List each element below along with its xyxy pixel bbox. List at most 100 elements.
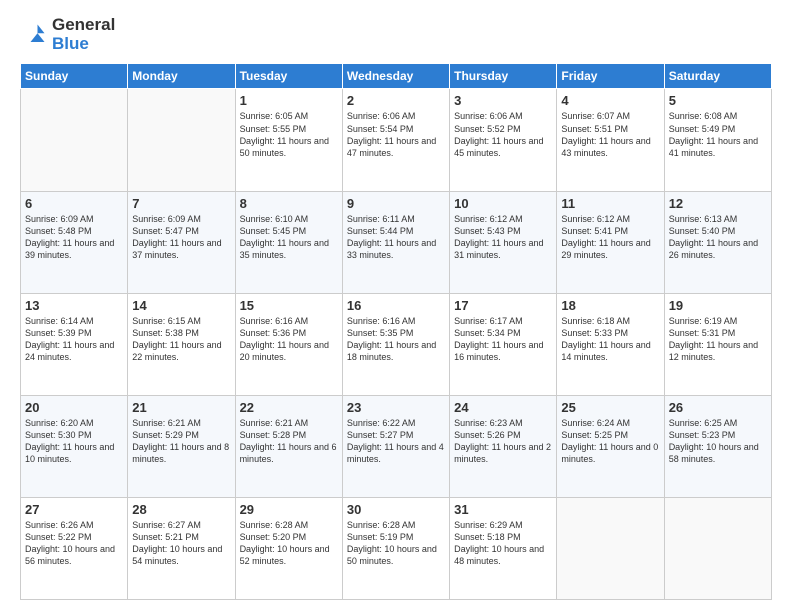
cell-info: Sunrise: 6:29 AM Sunset: 5:18 PM Dayligh… xyxy=(454,519,552,568)
calendar-table: SundayMondayTuesdayWednesdayThursdayFrid… xyxy=(20,63,772,600)
calendar-cell: 12 Sunrise: 6:13 AM Sunset: 5:40 PM Dayli… xyxy=(664,191,771,293)
cell-info: Sunrise: 6:28 AM Sunset: 5:20 PM Dayligh… xyxy=(240,519,338,568)
weekday-header: Friday xyxy=(557,64,664,89)
cell-info: Sunrise: 6:12 AM Sunset: 5:43 PM Dayligh… xyxy=(454,213,552,262)
calendar-cell: 7Sunrise: 6:09 AM Sunset: 5:47 PM Daylig… xyxy=(128,191,235,293)
calendar-cell: 24Sunrise: 6:23 AM Sunset: 5:26 PM Dayli… xyxy=(450,395,557,497)
day-number: 30 xyxy=(347,502,445,517)
logo-icon xyxy=(20,21,48,49)
calendar-cell: 5 Sunrise: 6:08 AM Sunset: 5:49 PM Daylig… xyxy=(664,89,771,191)
calendar-cell: 26 Sunrise: 6:25 AM Sunset: 5:23 PM Dayli… xyxy=(664,395,771,497)
calendar-cell xyxy=(557,497,664,599)
weekday-header: Sunday xyxy=(21,64,128,89)
calendar-cell xyxy=(21,89,128,191)
cell-info: Sunrise: 6:18 AM Sunset: 5:33 PM Dayligh… xyxy=(561,315,659,364)
day-number: 5 xyxy=(669,93,767,108)
cell-info: Sunrise: 6:12 AM Sunset: 5:41 PM Dayligh… xyxy=(561,213,659,262)
cell-info: Sunrise: 6:24 AM Sunset: 5:25 PM Dayligh… xyxy=(561,417,659,466)
day-number: 19 xyxy=(669,298,767,313)
cell-info: Sunrise: 6:13 AM Sunset: 5:40 PM Dayligh… xyxy=(669,213,767,262)
calendar-cell: 1 Sunrise: 6:05 AM Sunset: 5:55 PM Daylig… xyxy=(235,89,342,191)
calendar-cell: 27 Sunrise: 6:26 AM Sunset: 5:22 PM Dayli… xyxy=(21,497,128,599)
cell-info: Sunrise: 6:09 AM Sunset: 5:48 PM Dayligh… xyxy=(25,213,123,262)
weekday-header: Thursday xyxy=(450,64,557,89)
day-number: 10 xyxy=(454,196,552,211)
day-number: 26 xyxy=(669,400,767,415)
cell-info: Sunrise: 6:19 AM Sunset: 5:31 PM Dayligh… xyxy=(669,315,767,364)
weekday-header: Wednesday xyxy=(342,64,449,89)
day-number: 4 xyxy=(561,93,659,108)
calendar-cell: 17 Sunrise: 6:17 AM Sunset: 5:34 PM Dayli… xyxy=(450,293,557,395)
day-number: 1 xyxy=(240,93,338,108)
calendar-cell: 11 Sunrise: 6:12 AM Sunset: 5:41 PM Dayli… xyxy=(557,191,664,293)
calendar-cell xyxy=(664,497,771,599)
cell-info: Sunrise: 6:16 AM Sunset: 5:36 PM Dayligh… xyxy=(240,315,338,364)
cell-info: Sunrise: 6:27 AM Sunset: 5:21 PM Dayligh… xyxy=(132,519,230,568)
cell-info: Sunrise: 6:11 AM Sunset: 5:44 PM Dayligh… xyxy=(347,213,445,262)
day-number: 12 xyxy=(669,196,767,211)
cell-info: Sunrise: 6:08 AM Sunset: 5:49 PM Dayligh… xyxy=(669,110,767,159)
calendar-cell: 31 Sunrise: 6:29 AM Sunset: 5:18 PM Dayli… xyxy=(450,497,557,599)
day-number: 8 xyxy=(240,196,338,211)
day-number: 3 xyxy=(454,93,552,108)
weekday-header: Tuesday xyxy=(235,64,342,89)
day-number: 21 xyxy=(132,400,230,415)
calendar-cell: 9 Sunrise: 6:11 AM Sunset: 5:44 PM Daylig… xyxy=(342,191,449,293)
calendar-cell: 2Sunrise: 6:06 AM Sunset: 5:54 PM Daylig… xyxy=(342,89,449,191)
day-number: 23 xyxy=(347,400,445,415)
calendar-cell xyxy=(128,89,235,191)
day-number: 18 xyxy=(561,298,659,313)
calendar-cell: 22Sunrise: 6:21 AM Sunset: 5:28 PM Dayli… xyxy=(235,395,342,497)
cell-info: Sunrise: 6:26 AM Sunset: 5:22 PM Dayligh… xyxy=(25,519,123,568)
cell-info: Sunrise: 6:25 AM Sunset: 5:23 PM Dayligh… xyxy=(669,417,767,466)
header: General Blue xyxy=(20,16,772,53)
cell-info: Sunrise: 6:28 AM Sunset: 5:19 PM Dayligh… xyxy=(347,519,445,568)
cell-info: Sunrise: 6:22 AM Sunset: 5:27 PM Dayligh… xyxy=(347,417,445,466)
day-number: 29 xyxy=(240,502,338,517)
cell-info: Sunrise: 6:17 AM Sunset: 5:34 PM Dayligh… xyxy=(454,315,552,364)
cell-info: Sunrise: 6:21 AM Sunset: 5:29 PM Dayligh… xyxy=(132,417,230,466)
calendar-cell: 3 Sunrise: 6:06 AM Sunset: 5:52 PM Daylig… xyxy=(450,89,557,191)
day-number: 28 xyxy=(132,502,230,517)
calendar-cell: 6 Sunrise: 6:09 AM Sunset: 5:48 PM Daylig… xyxy=(21,191,128,293)
calendar-cell: 15 Sunrise: 6:16 AM Sunset: 5:36 PM Dayli… xyxy=(235,293,342,395)
day-number: 17 xyxy=(454,298,552,313)
cell-info: Sunrise: 6:05 AM Sunset: 5:55 PM Dayligh… xyxy=(240,110,338,159)
day-number: 25 xyxy=(561,400,659,415)
weekday-header: Monday xyxy=(128,64,235,89)
calendar-cell: 8 Sunrise: 6:10 AM Sunset: 5:45 PM Daylig… xyxy=(235,191,342,293)
cell-info: Sunrise: 6:16 AM Sunset: 5:35 PM Dayligh… xyxy=(347,315,445,364)
calendar-cell: 14 Sunrise: 6:15 AM Sunset: 5:38 PM Dayli… xyxy=(128,293,235,395)
cell-info: Sunrise: 6:07 AM Sunset: 5:51 PM Dayligh… xyxy=(561,110,659,159)
calendar-cell: 23 Sunrise: 6:22 AM Sunset: 5:27 PM Dayli… xyxy=(342,395,449,497)
cell-info: Sunrise: 6:20 AM Sunset: 5:30 PM Dayligh… xyxy=(25,417,123,466)
day-number: 15 xyxy=(240,298,338,313)
calendar-cell: 16 Sunrise: 6:16 AM Sunset: 5:35 PM Dayli… xyxy=(342,293,449,395)
logo: General Blue xyxy=(20,16,115,53)
calendar-cell: 18 Sunrise: 6:18 AM Sunset: 5:33 PM Dayli… xyxy=(557,293,664,395)
calendar-cell: 4 Sunrise: 6:07 AM Sunset: 5:51 PM Daylig… xyxy=(557,89,664,191)
cell-info: Sunrise: 6:06 AM Sunset: 5:52 PM Dayligh… xyxy=(454,110,552,159)
cell-info: Sunrise: 6:06 AM Sunset: 5:54 PM Dayligh… xyxy=(347,110,445,159)
page: General Blue SundayMondayTuesdayWednesda… xyxy=(0,0,792,612)
calendar-cell: 20 Sunrise: 6:20 AM Sunset: 5:30 PM Dayli… xyxy=(21,395,128,497)
calendar-cell: 30 Sunrise: 6:28 AM Sunset: 5:19 PM Dayli… xyxy=(342,497,449,599)
day-number: 11 xyxy=(561,196,659,211)
day-number: 27 xyxy=(25,502,123,517)
calendar-cell: 29 Sunrise: 6:28 AM Sunset: 5:20 PM Dayli… xyxy=(235,497,342,599)
cell-info: Sunrise: 6:15 AM Sunset: 5:38 PM Dayligh… xyxy=(132,315,230,364)
day-number: 7 xyxy=(132,196,230,211)
day-number: 13 xyxy=(25,298,123,313)
day-number: 14 xyxy=(132,298,230,313)
cell-info: Sunrise: 6:10 AM Sunset: 5:45 PM Dayligh… xyxy=(240,213,338,262)
calendar-cell: 28 Sunrise: 6:27 AM Sunset: 5:21 PM Dayli… xyxy=(128,497,235,599)
day-number: 31 xyxy=(454,502,552,517)
cell-info: Sunrise: 6:14 AM Sunset: 5:39 PM Dayligh… xyxy=(25,315,123,364)
day-number: 20 xyxy=(25,400,123,415)
calendar-cell: 13 Sunrise: 6:14 AM Sunset: 5:39 PM Dayli… xyxy=(21,293,128,395)
day-number: 6 xyxy=(25,196,123,211)
day-number: 22 xyxy=(240,400,338,415)
day-number: 16 xyxy=(347,298,445,313)
cell-info: Sunrise: 6:23 AM Sunset: 5:26 PM Dayligh… xyxy=(454,417,552,466)
day-number: 9 xyxy=(347,196,445,211)
